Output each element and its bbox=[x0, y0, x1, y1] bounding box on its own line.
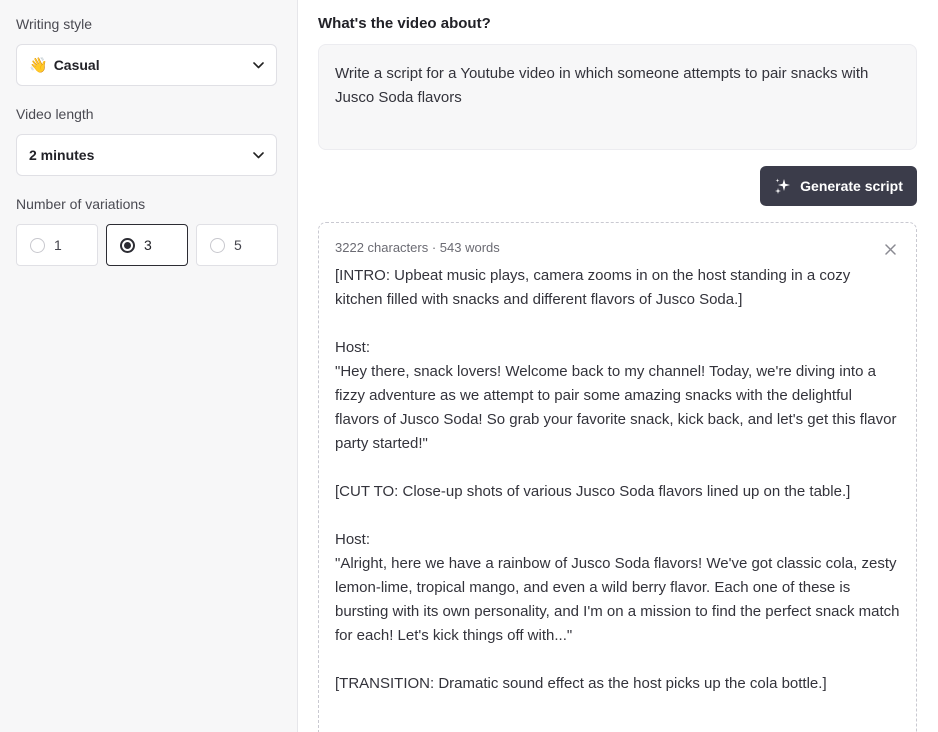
radio-icon bbox=[30, 237, 45, 253]
writing-style-label: Writing style bbox=[16, 16, 92, 32]
variation-option-label: 5 bbox=[234, 237, 242, 253]
script-line bbox=[335, 312, 900, 336]
script-line: Host: bbox=[335, 339, 371, 356]
sparkle-icon bbox=[775, 178, 791, 194]
video-topic-input[interactable]: Write a script for a Youtube video in wh… bbox=[318, 44, 917, 150]
script-line bbox=[335, 648, 900, 672]
script-line: Host: bbox=[335, 531, 371, 548]
script-line: [INTRO: Upbeat music plays, camera zooms… bbox=[335, 267, 851, 308]
generate-script-label: Generate script bbox=[800, 178, 903, 194]
script-line: "Hey there, snack lovers! Welcome back t… bbox=[335, 363, 897, 452]
writing-style-value: Casual bbox=[53, 57, 100, 73]
radio-icon bbox=[210, 237, 225, 253]
video-length-label: Video length bbox=[16, 106, 94, 122]
video-length-select[interactable]: 2 minutes bbox=[16, 134, 277, 176]
variation-option-5[interactable]: 5 bbox=[196, 224, 278, 266]
variations-label: Number of variations bbox=[16, 196, 146, 212]
variation-option-label: 3 bbox=[144, 237, 152, 253]
generated-script-card: 3222 characters · 543 words [INTRO: Upbe… bbox=[318, 222, 917, 732]
script-line bbox=[335, 504, 900, 528]
video-length-value: 2 minutes bbox=[29, 147, 95, 163]
settings-sidebar: Writing style 👋 Casual Video length 2 mi… bbox=[0, 0, 298, 732]
script-line: "Alright, here we have a rainbow of Jusc… bbox=[335, 555, 900, 644]
script-line: [TRANSITION: Dramatic sound effect as th… bbox=[335, 675, 827, 692]
variation-option-label: 1 bbox=[54, 237, 62, 253]
generate-script-button[interactable]: Generate script bbox=[760, 166, 917, 206]
variation-option-1[interactable]: 1 bbox=[16, 224, 98, 266]
waving-hand-icon: 👋 bbox=[29, 56, 48, 74]
chevron-down-icon bbox=[252, 59, 264, 71]
script-line bbox=[335, 456, 900, 480]
script-text[interactable]: [INTRO: Upbeat music plays, camera zooms… bbox=[335, 264, 900, 696]
variations-radio-group: 1 3 5 bbox=[16, 224, 278, 266]
chevron-down-icon bbox=[252, 149, 264, 161]
close-icon[interactable] bbox=[882, 241, 898, 257]
radio-selected-icon bbox=[120, 237, 135, 253]
script-stats: 3222 characters · 543 words bbox=[335, 240, 500, 255]
video-topic-heading: What's the video about? bbox=[318, 15, 491, 32]
script-line: [CUT TO: Close-up shots of various Jusco… bbox=[335, 483, 851, 500]
variation-option-3[interactable]: 3 bbox=[106, 224, 188, 266]
writing-style-select[interactable]: 👋 Casual bbox=[16, 44, 277, 86]
